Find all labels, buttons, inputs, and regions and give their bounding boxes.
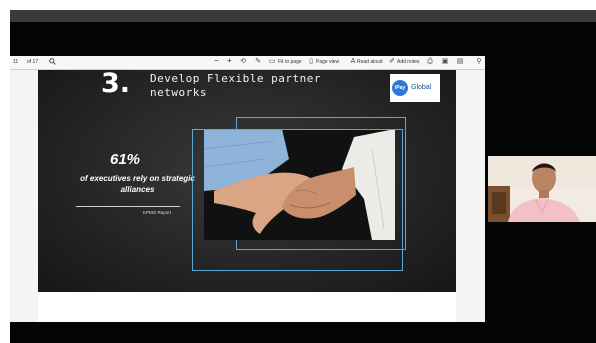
search-icon[interactable] — [48, 58, 56, 66]
page-view-icon[interactable]: ▯ — [307, 58, 315, 66]
slide-title: Develop Flexible partner networks — [150, 72, 321, 99]
stat-value: 61% — [110, 151, 141, 168]
page-view-button[interactable]: Page view — [316, 59, 339, 66]
meeting-top-bar — [10, 10, 596, 22]
logo-text: Global — [411, 84, 432, 91]
page-margin — [38, 292, 456, 322]
pdf-toolbar: 11 of 17 − + ⟲ ✎ ▭ Fit to page ▯ Page vi… — [10, 56, 485, 70]
participant-video[interactable] — [488, 156, 596, 222]
fit-to-page-button[interactable]: Fit to page — [278, 59, 302, 66]
print-icon[interactable]: ⎙ — [426, 58, 434, 66]
logo-badge: iPay — [392, 80, 408, 96]
page-number-input[interactable]: 11 — [13, 59, 18, 66]
read-aloud-button[interactable]: Read aloud — [357, 59, 383, 66]
save-icon[interactable]: ▣ — [441, 58, 449, 66]
rotate-icon[interactable]: ⟲ — [239, 58, 247, 66]
pin-icon[interactable]: ⚲ — [475, 58, 483, 66]
stat-divider — [76, 206, 180, 207]
fit-page-icon[interactable]: ▭ — [268, 58, 276, 66]
slide-number: 3. — [101, 68, 131, 99]
add-notes-icon[interactable]: ✐ — [388, 58, 396, 66]
read-aloud-icon[interactable]: A — [349, 58, 357, 66]
stat-description: of executives rely on strategic alliance… — [80, 174, 195, 194]
page-total-label: of 17 — [27, 59, 39, 65]
draw-icon[interactable]: ✎ — [254, 58, 262, 66]
stat-source: KPMG Report — [143, 210, 172, 215]
zoom-out-button[interactable]: − — [214, 57, 219, 65]
photo-frame — [192, 129, 403, 271]
add-notes-button[interactable]: Add notes — [397, 59, 420, 66]
zoom-in-button[interactable]: + — [227, 57, 232, 65]
save-as-icon[interactable]: ▤ — [456, 58, 464, 66]
